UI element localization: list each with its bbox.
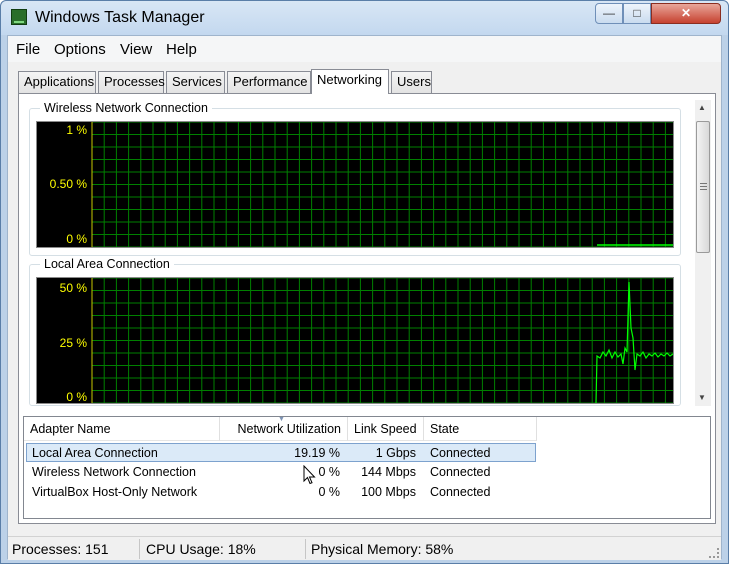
task-manager-window: Windows Task Manager — □ ✕ File Options … [0, 0, 729, 564]
menu-file[interactable]: File [16, 41, 40, 58]
utilization-cell: 0 % [318, 485, 340, 499]
lan-grid [91, 277, 673, 404]
menu-help[interactable]: Help [166, 41, 197, 58]
status-bar: Processes: 151 CPU Usage: 18% Physical M… [8, 536, 721, 560]
menu-options[interactable]: Options [54, 41, 106, 58]
wireless-ylabel-mid: 0.50 % [50, 177, 88, 191]
grip-line [700, 186, 707, 187]
wireless-grid [91, 121, 673, 248]
col-network-utilization-label: Network Utilization [237, 422, 341, 436]
lan-graph: 50 % 25 % 0 % [36, 277, 674, 404]
tab-performance[interactable]: Performance [227, 71, 311, 93]
status-physical-memory: Physical Memory: 58% [311, 541, 454, 557]
lan-ylabel-mid: 25 % [60, 336, 88, 350]
adapter-list: Adapter Name ▼ Network Utilization Link … [23, 416, 711, 519]
wireless-ylabel-top: 1 % [66, 123, 87, 137]
maximize-button[interactable]: □ [623, 3, 651, 24]
wireless-graph-svg: 1 % 0.50 % 0 % [50, 121, 673, 248]
graphs-scrollbar[interactable]: ▲ ▼ [695, 100, 711, 406]
lan-ylabel-top: 50 % [60, 281, 88, 295]
state-cell: Connected [430, 485, 491, 499]
status-cpu-usage: CPU Usage: 18% [142, 539, 306, 559]
minimize-button[interactable]: — [595, 3, 623, 24]
adapter-name-cell: VirtualBox Host-Only Network [32, 485, 198, 499]
state-cell: Connected [430, 465, 491, 479]
task-manager-icon [11, 9, 27, 25]
wireless-graph-title: Wireless Network Connection [40, 101, 212, 115]
lan-graph-svg: 50 % 25 % 0 % [60, 277, 674, 404]
col-adapter-name[interactable]: Adapter Name [24, 417, 220, 441]
adapter-name-cell: Wireless Network Connection [32, 465, 196, 479]
window-title: Windows Task Manager [35, 9, 205, 26]
col-network-utilization[interactable]: ▼ Network Utilization [220, 416, 348, 441]
scroll-thumb[interactable] [696, 121, 710, 253]
table-row[interactable]: VirtualBox Host-Only Network 0 % 100 Mbp… [26, 483, 536, 502]
lan-graph-group: Local Area Connection 50 % 25 % 0 % [29, 257, 681, 406]
table-row[interactable]: Local Area Connection 19.19 % 1 Gbps Con… [26, 443, 536, 462]
adapter-name-cell: Local Area Connection [32, 446, 158, 460]
lan-trace [595, 281, 674, 404]
link-speed-cell: 144 Mbps [361, 465, 416, 479]
wireless-graph-group: Wireless Network Connection 1 % 0.50 % 0… [29, 101, 681, 256]
menu-bar: File Options View Help [8, 36, 721, 62]
scroll-down-arrow-icon[interactable]: ▼ [698, 393, 706, 402]
resize-grip-icon[interactable] [709, 548, 719, 558]
lan-graph-title: Local Area Connection [40, 257, 174, 271]
title-bar[interactable]: Windows Task Manager — □ ✕ [1, 1, 728, 35]
grip-line [700, 183, 707, 184]
scroll-up-arrow-icon[interactable]: ▲ [698, 103, 706, 112]
utilization-cell: 0 % [318, 465, 340, 479]
tab-services[interactable]: Services [166, 71, 225, 93]
mouse-pointer-icon [303, 465, 316, 485]
tab-users[interactable]: Users [391, 71, 432, 93]
networking-panel: Wireless Network Connection 1 % 0.50 % 0… [18, 93, 716, 524]
link-speed-cell: 100 Mbps [361, 485, 416, 499]
col-state[interactable]: State [424, 417, 537, 441]
client-area: File Options View Help Applications Proc… [7, 35, 722, 560]
wireless-graph: 1 % 0.50 % 0 % [36, 121, 674, 248]
sort-arrow-icon: ▼ [278, 416, 285, 423]
state-cell: Connected [430, 446, 491, 460]
grip-line [700, 189, 707, 190]
tab-networking[interactable]: Networking [311, 69, 389, 94]
col-link-speed[interactable]: Link Speed [348, 417, 424, 441]
table-row[interactable]: Wireless Network Connection 0 % 144 Mbps… [26, 463, 536, 482]
link-speed-cell: 1 Gbps [375, 446, 416, 460]
lan-ylabel-bottom: 0 % [66, 390, 87, 403]
close-button[interactable]: ✕ [651, 3, 721, 24]
graphs-area: Wireless Network Connection 1 % 0.50 % 0… [25, 100, 685, 406]
menu-view[interactable]: View [120, 41, 152, 58]
utilization-cell: 19.19 % [294, 446, 340, 460]
status-processes: Processes: 151 [8, 539, 140, 559]
tab-applications[interactable]: Applications [18, 71, 96, 93]
wireless-ylabel-bottom: 0 % [66, 232, 87, 246]
tab-processes[interactable]: Processes [98, 71, 165, 93]
